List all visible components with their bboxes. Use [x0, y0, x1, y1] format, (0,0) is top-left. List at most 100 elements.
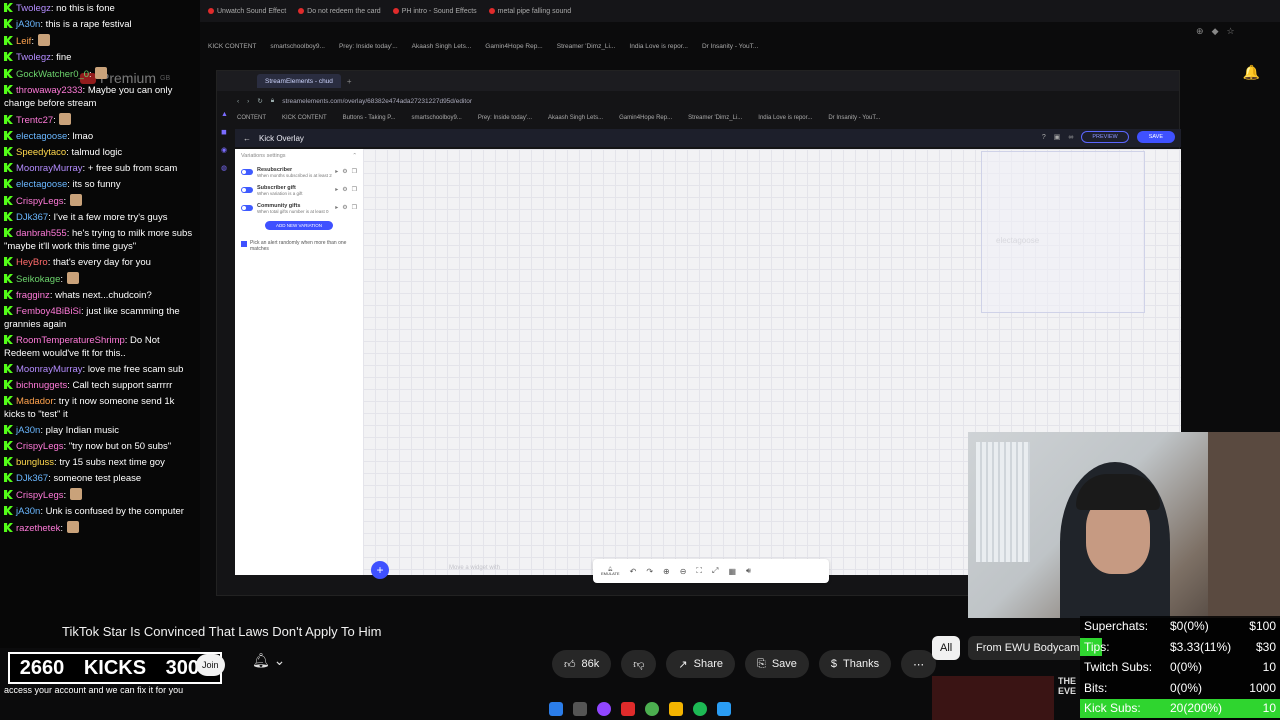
back-arrow-icon[interactable]: ←	[243, 134, 251, 143]
link-icon[interactable]: ∞	[1068, 134, 1073, 141]
chat-username[interactable]: Trentc27	[16, 115, 53, 126]
add-variation-button[interactable]: ADD NEW VARIATION	[265, 221, 333, 230]
dislike-button[interactable]: 👎︎	[621, 650, 657, 678]
search-icon[interactable]	[573, 702, 587, 716]
play-icon[interactable]: ▸	[335, 168, 338, 175]
variation-item[interactable]: Community gifts When total gifts number …	[241, 203, 357, 214]
share-button[interactable]: ↗ Share	[666, 650, 735, 678]
chat-username[interactable]: CrispyLegs	[16, 490, 64, 501]
chevron-up-icon[interactable]: ⌃	[352, 153, 357, 159]
chat-username[interactable]: jA30n	[16, 19, 40, 30]
chat-username[interactable]: Twolegz	[16, 3, 51, 14]
gear-icon[interactable]: ⚙	[342, 204, 347, 211]
bookmark[interactable]: Gamin4Hope Rep...	[619, 115, 672, 121]
grid-icon[interactable]: ▦	[728, 567, 736, 576]
sidebar-icon[interactable]: ◉	[221, 146, 231, 154]
alert-widget[interactable]: electagoose	[981, 151, 1145, 313]
bookmark[interactable]: smartschoolboy9...	[270, 43, 325, 50]
chat-username[interactable]: RoomTemperatureShrimp	[16, 335, 125, 346]
preview-button[interactable]: PREVIEW	[1081, 131, 1129, 143]
zoom-out-icon[interactable]: ⊖	[680, 567, 687, 576]
copy-icon[interactable]: ❐	[352, 168, 357, 175]
outer-tab[interactable]: Unwatch Sound Effect	[208, 8, 286, 15]
bell-icon[interactable]: 🔔	[1243, 64, 1260, 81]
help-icon[interactable]: ?	[1042, 134, 1046, 141]
bookmark[interactable]: Akaash Singh Lets...	[412, 43, 472, 50]
variation-item[interactable]: Resubscriber When months subscribed is a…	[241, 167, 357, 178]
subscribe-bell-icon[interactable]: 🔔︎ ⌄	[252, 652, 285, 669]
folder-icon[interactable]	[669, 702, 683, 716]
pick-random-option[interactable]: Pick an alert randomly when more than on…	[241, 240, 357, 252]
chat-username[interactable]: jA30n	[16, 506, 40, 517]
thanks-button[interactable]: $ Thanks	[818, 650, 892, 678]
bookmark[interactable]: Buttons - Taking P...	[343, 115, 396, 121]
zoom-in-icon[interactable]: ⊕	[663, 567, 670, 576]
bookmark[interactable]: Prey: Inside today'...	[478, 115, 532, 121]
bookmark[interactable]: KICK CONTENT	[208, 43, 256, 50]
app-icon[interactable]	[717, 702, 731, 716]
copy-icon[interactable]: ❐	[352, 186, 357, 193]
chat-username[interactable]: jA30n	[16, 425, 40, 436]
variation-item[interactable]: Subscriber gift When variation is a gift…	[241, 185, 357, 196]
zoom-icon[interactable]: ⊕	[1196, 26, 1204, 81]
chat-username[interactable]: razethetek	[16, 523, 60, 534]
bookmark[interactable]: Dr Insanity - YouT...	[702, 43, 758, 50]
chat-username[interactable]: CrispyLegs	[16, 441, 64, 452]
bookmark[interactable]: Dr Insanity - YouT...	[828, 115, 880, 121]
chat-username[interactable]: danbrah555	[16, 228, 67, 239]
bookmark[interactable]: CONTENT	[237, 115, 266, 121]
outer-tab[interactable]: PH intro - Sound Effects	[392, 8, 477, 15]
undo-icon[interactable]: ↶	[630, 567, 637, 576]
chip-ewu-bodycam[interactable]: From EWU Bodycam	[968, 636, 1088, 660]
new-tab-icon[interactable]: +	[347, 77, 352, 86]
chat-username[interactable]: Leif	[16, 36, 31, 47]
chat-username[interactable]: DJk367	[16, 473, 48, 484]
chip-all[interactable]: All	[932, 636, 961, 660]
fit-icon[interactable]: ⤢	[712, 566, 718, 576]
chat-username[interactable]: DJk367	[16, 212, 48, 223]
join-button[interactable]: Join	[196, 654, 225, 676]
bookmark[interactable]: Akaash Singh Lets...	[548, 115, 603, 121]
chat-username[interactable]: throwaway2333	[16, 85, 83, 96]
bookmark[interactable]: Gamin4Hope Rep...	[485, 43, 542, 50]
play-icon[interactable]: ▸	[335, 204, 338, 211]
save-button[interactable]: SAVE	[1136, 131, 1175, 143]
add-widget-button[interactable]: +	[371, 561, 389, 579]
bookmark[interactable]: Streamer 'Dimz_Li...	[557, 43, 616, 50]
sidebar-icon[interactable]: ◼	[221, 128, 231, 136]
forward-icon[interactable]: ›	[247, 98, 249, 105]
inner-tab-streamelements[interactable]: StreamElements - chud	[257, 74, 341, 88]
chat-username[interactable]: Twolegz	[16, 52, 51, 63]
chat-username[interactable]: CrispyLegs	[16, 196, 64, 207]
copy-icon[interactable]: ❐	[352, 204, 357, 211]
bookmark[interactable]: Streamer 'Dimz_Li...	[688, 115, 742, 121]
volume-icon[interactable]: 🔊︎	[746, 566, 751, 576]
chat-username[interactable]: fragginz	[16, 290, 50, 301]
chat-username[interactable]: MoonrayMurray	[16, 364, 83, 375]
save-video-button[interactable]: ⎘ Save	[745, 650, 809, 678]
back-icon[interactable]: ‹	[237, 98, 239, 105]
variation-toggle[interactable]	[241, 187, 253, 193]
chat-username[interactable]: Femboy4BiBiSi	[16, 306, 81, 317]
outer-tab[interactable]: metal pipe falling sound	[488, 8, 571, 15]
bookmark[interactable]: Prey: Inside today'...	[339, 43, 398, 50]
emulate-button[interactable]: 🔔︎ EMULATE	[601, 566, 620, 576]
variation-toggle[interactable]	[241, 205, 253, 211]
spotify-icon[interactable]	[693, 702, 707, 716]
play-icon[interactable]: ▸	[335, 186, 338, 193]
chrome-icon[interactable]	[645, 702, 659, 716]
bookmark[interactable]: smartschoolboy9...	[411, 115, 461, 121]
bookmark[interactable]: KICK CONTENT	[282, 115, 327, 121]
more-actions-button[interactable]: ⋯	[901, 650, 937, 678]
chat-username[interactable]: electagoose	[16, 179, 67, 190]
chat-username[interactable]: bungluss	[16, 457, 54, 468]
chat-username[interactable]: Speedytaco	[16, 147, 66, 158]
like-button[interactable]: 👍︎ 86k	[552, 650, 612, 678]
gear-icon[interactable]: ⚙	[342, 186, 347, 193]
gear-icon[interactable]: ⚙	[342, 168, 347, 175]
chat-username[interactable]: bichnuggets	[16, 380, 67, 391]
chat-username[interactable]: electagoose	[16, 131, 67, 142]
reload-icon[interactable]: ↻	[257, 97, 262, 105]
variation-toggle[interactable]	[241, 169, 253, 175]
bookmark[interactable]: India Love is repor...	[629, 43, 688, 50]
